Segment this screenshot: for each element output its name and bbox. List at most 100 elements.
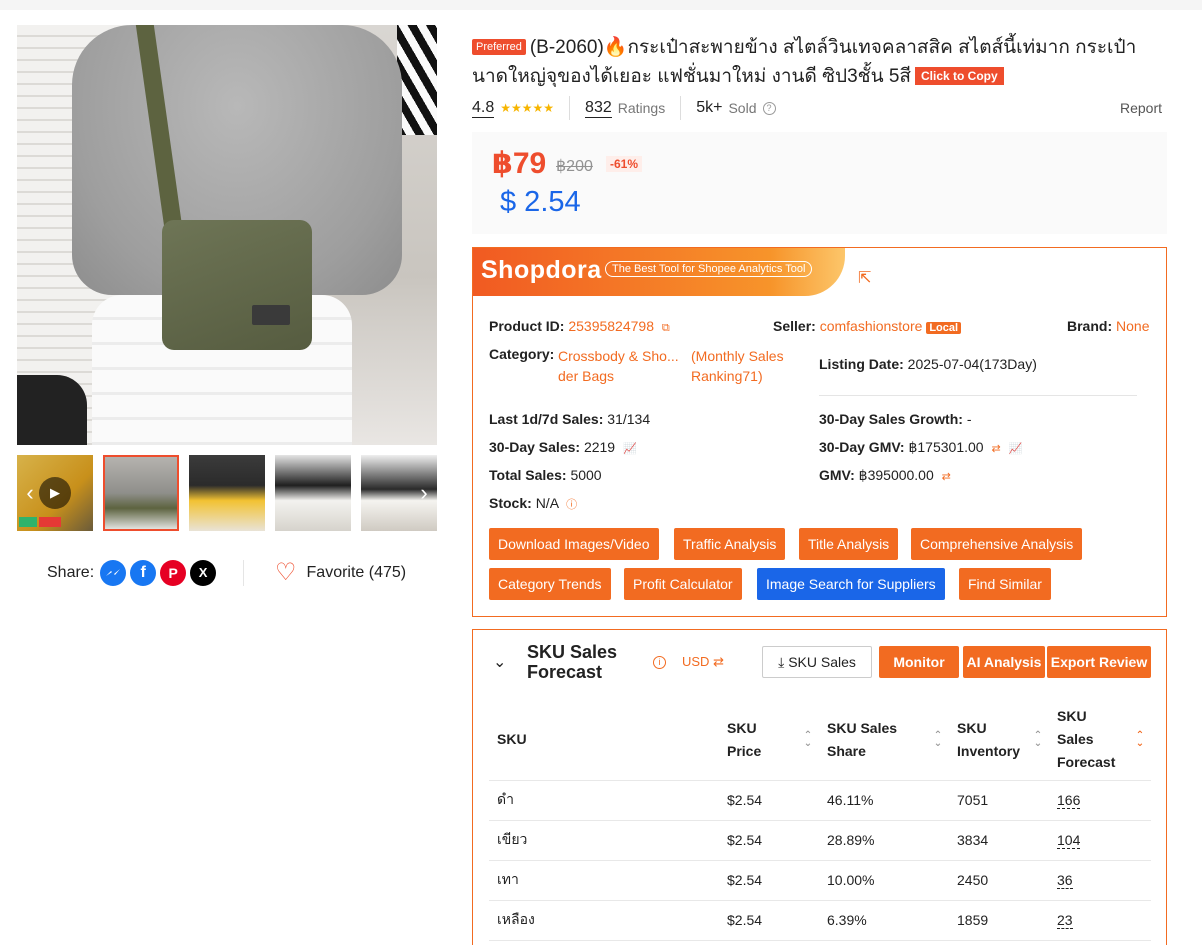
column-header-label: SKU Price bbox=[727, 719, 762, 759]
last-sales-label: Last 1d/7d Sales: bbox=[489, 411, 604, 427]
divider bbox=[680, 96, 682, 120]
gmv-label: GMV: bbox=[819, 467, 855, 483]
local-badge: Local bbox=[926, 322, 962, 334]
traffic-analysis-button[interactable]: Traffic Analysis bbox=[674, 528, 786, 560]
column-header-sku-sales-forecast[interactable]: SKU Sales Forecast ⌃ ⌄ bbox=[1049, 700, 1151, 781]
find-similar-button[interactable]: Find Similar bbox=[959, 568, 1051, 600]
currency-label: USD bbox=[682, 654, 710, 669]
current-price: ฿79 bbox=[492, 147, 547, 180]
ranking-line-2: Ranking71) bbox=[691, 368, 763, 384]
sold-count: 5k+ bbox=[696, 99, 723, 116]
heart-icon: ♡ bbox=[275, 559, 297, 586]
ratings-count[interactable]: 832 bbox=[585, 99, 612, 118]
sales-30d-value: 2219 bbox=[583, 439, 616, 455]
column-header-sku-price[interactable]: SKU Price ⌃ ⌄ bbox=[719, 700, 819, 781]
help-icon[interactable]: ? bbox=[762, 101, 776, 115]
shopdora-logo: Shopdora bbox=[481, 256, 602, 284]
info-icon[interactable]: i bbox=[653, 656, 666, 669]
share-label: Share: bbox=[47, 564, 95, 581]
table-row: เทา $2.54 10.00% 2450 36 bbox=[489, 860, 1151, 901]
report-link[interactable]: Report bbox=[1120, 100, 1162, 116]
chevron-right-icon[interactable]: › bbox=[411, 477, 437, 509]
currency-swap-icon[interactable]: ⇄ bbox=[991, 443, 1000, 455]
listing-date-label: Listing Date: bbox=[819, 356, 904, 372]
sales-30d-label: 30-Day Sales: bbox=[489, 439, 581, 455]
title-analysis-button[interactable]: Title Analysis bbox=[799, 528, 899, 560]
total-sales-value: 5000 bbox=[570, 467, 602, 483]
ai-analysis-button[interactable]: AI Analysis bbox=[963, 646, 1045, 678]
total-sales-label: Total Sales: bbox=[489, 467, 567, 483]
messenger-icon[interactable] bbox=[100, 560, 127, 586]
column-header-sku-inventory[interactable]: SKU Inventory ⌃ ⌄ bbox=[949, 700, 1049, 781]
sku-name: ดำ bbox=[489, 780, 719, 821]
sku-forecast[interactable]: 23 bbox=[1057, 912, 1073, 929]
comprehensive-analysis-button[interactable]: Comprehensive Analysis bbox=[911, 528, 1083, 560]
table-row: เหลือง $2.54 6.39% 1859 23 bbox=[489, 900, 1151, 941]
column-header-sku: SKU bbox=[489, 700, 719, 781]
sort-icon[interactable]: ⌃ ⌄ bbox=[1033, 730, 1043, 748]
currency-swap-icon[interactable]: ⇄ bbox=[942, 471, 951, 483]
gmv-30d-label: 30-Day GMV: bbox=[819, 439, 905, 455]
copy-title-button[interactable]: Click to Copy bbox=[915, 67, 1004, 85]
sales-30d-row: 30-Day Sales: 2219 📈 bbox=[489, 439, 637, 455]
chevron-left-icon[interactable]: ‹ bbox=[17, 477, 43, 509]
category-line-2: der Bags bbox=[558, 368, 615, 384]
sku-share: 28.89% bbox=[819, 820, 949, 861]
product-id-row: Product ID: 25395824798 ⧉ bbox=[489, 318, 670, 335]
chevron-down-icon[interactable]: ⌄ bbox=[493, 652, 506, 672]
category-link[interactable]: Crossbody & Sho... der Bags bbox=[558, 346, 679, 386]
category-trends-button[interactable]: Category Trends bbox=[489, 568, 611, 600]
x-twitter-icon[interactable]: X bbox=[190, 560, 217, 586]
sort-icon[interactable]: ⌃ ⌄ bbox=[1135, 730, 1145, 748]
image-search-suppliers-button[interactable]: Image Search for Suppliers bbox=[757, 568, 945, 600]
stock-value: N/A bbox=[535, 495, 559, 511]
thumbnail-strip: ▶ ‹ › bbox=[17, 455, 437, 531]
info-icon[interactable]: ⓘ bbox=[566, 499, 577, 511]
brand-value: None bbox=[1116, 318, 1150, 334]
sku-table: SKU SKU Price ⌃ ⌄ SKU Sales Share ⌃ ⌄ SKU In… bbox=[489, 700, 1151, 941]
table-row: เขียว $2.54 28.89% 3834 104 bbox=[489, 820, 1151, 861]
stock-row: Stock: N/A ⓘ bbox=[489, 495, 577, 512]
sort-icon[interactable]: ⌃ ⌄ bbox=[933, 730, 943, 748]
background-zebra-print bbox=[397, 25, 437, 135]
trend-chart-icon[interactable]: 📈 bbox=[1009, 443, 1023, 455]
sku-sales-download-button[interactable]: ⤓ SKU Sales bbox=[762, 646, 872, 678]
category-line-1: Crossbody & Sho... bbox=[558, 348, 679, 364]
listing-date-row: Listing Date: 2025-07-04(173Day) bbox=[819, 356, 1037, 372]
sort-icon[interactable]: ⌃ ⌄ bbox=[803, 730, 813, 748]
rating-value[interactable]: 4.8 bbox=[472, 99, 495, 118]
sku-forecast-panel: ⌄ SKU Sales Forecast i USD ⇄ ⤓ SKU Sales… bbox=[472, 629, 1167, 945]
sku-forecast[interactable]: 166 bbox=[1057, 792, 1081, 809]
export-review-button[interactable]: Export Review bbox=[1047, 646, 1151, 678]
trend-chart-icon[interactable]: 📈 bbox=[623, 443, 637, 455]
sku-forecast[interactable]: 104 bbox=[1057, 832, 1081, 849]
thumbnail-image[interactable] bbox=[189, 455, 265, 531]
currency-swap-icon: ⇄ bbox=[713, 654, 724, 669]
sku-inventory: 3834 bbox=[949, 820, 1049, 861]
shopdora-header: Shopdora The Best Tool for Shopee Analyt… bbox=[473, 248, 845, 296]
profit-calculator-button[interactable]: Profit Calculator bbox=[624, 568, 742, 600]
pinterest-icon[interactable]: P bbox=[160, 560, 187, 586]
main-product-image[interactable] bbox=[17, 25, 437, 445]
column-header-label: SKU Sales Forecast bbox=[1057, 708, 1116, 771]
sku-forecast-cell: 166 bbox=[1049, 780, 1151, 821]
sku-forecast-cell: 23 bbox=[1049, 900, 1151, 941]
external-link-icon[interactable]: ⇱ bbox=[858, 268, 871, 288]
sku-price: $2.54 bbox=[719, 820, 819, 861]
sku-forecast[interactable]: 36 bbox=[1057, 872, 1073, 889]
gmv-row: GMV: ฿395000.00 ⇄ bbox=[819, 467, 951, 484]
facebook-icon[interactable]: f bbox=[130, 560, 157, 586]
column-header-sku-sales-share[interactable]: SKU Sales Share ⌃ ⌄ bbox=[819, 700, 949, 781]
seller-link[interactable]: comfashionstore bbox=[820, 318, 923, 334]
divider bbox=[243, 560, 244, 586]
thumbnail-image[interactable] bbox=[275, 455, 351, 531]
original-price: ฿200 bbox=[556, 158, 593, 175]
play-icon: ▶ bbox=[39, 477, 71, 509]
copy-icon[interactable]: ⧉ bbox=[662, 322, 670, 334]
favorite-button[interactable]: ♡ Favorite (475) bbox=[275, 558, 406, 588]
currency-toggle[interactable]: USD ⇄ bbox=[682, 654, 724, 670]
monitor-button[interactable]: Monitor bbox=[879, 646, 959, 678]
download-images-button[interactable]: Download Images/Video bbox=[489, 528, 659, 560]
thumbnail-image-selected[interactable] bbox=[103, 455, 179, 531]
growth-row: 30-Day Sales Growth: - bbox=[819, 411, 972, 427]
